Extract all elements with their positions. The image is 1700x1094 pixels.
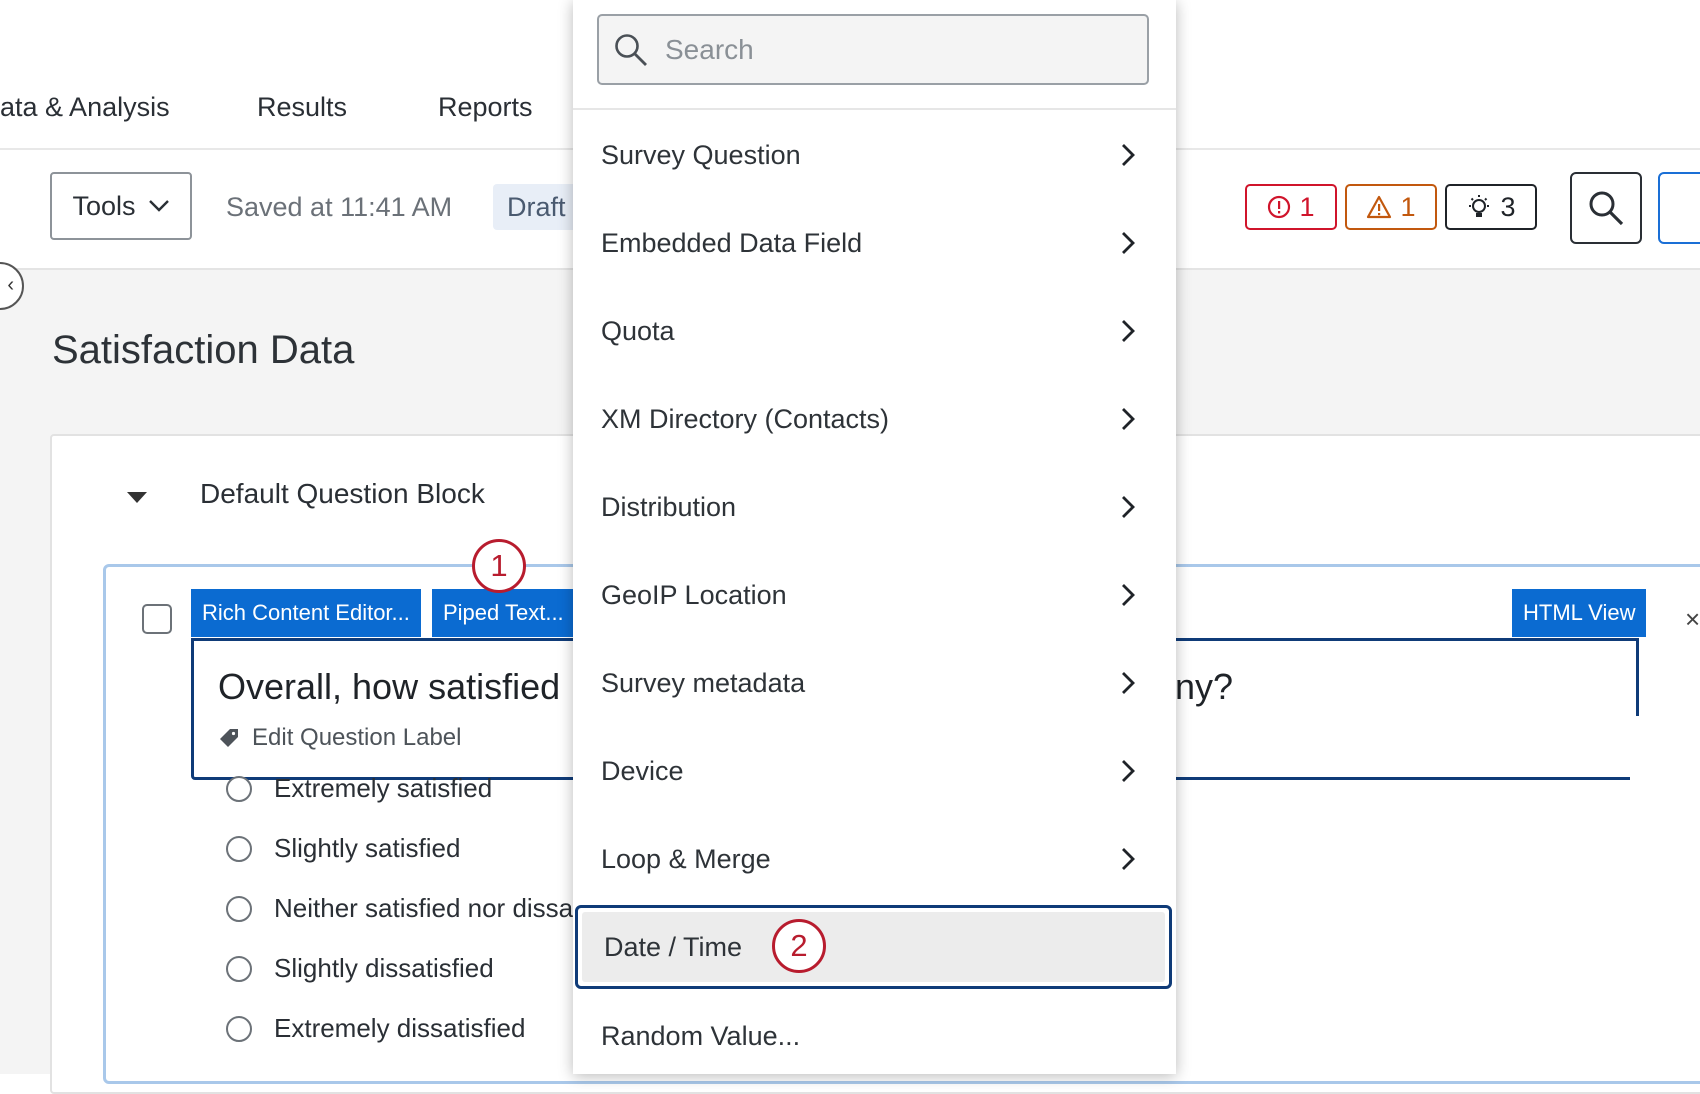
warning-count-badge[interactable]: 1 — [1345, 184, 1437, 230]
lightbulb-icon — [1469, 195, 1490, 217]
menu-item-quota[interactable]: Quota — [573, 287, 1176, 375]
rich-content-editor-tab[interactable]: Rich Content Editor... — [191, 589, 421, 637]
publish-button[interactable] — [1658, 172, 1700, 244]
tools-label: Tools — [72, 190, 136, 221]
menu-item-label: Device — [601, 755, 684, 786]
menu-item-label: XM Directory (Contacts) — [601, 403, 890, 434]
menu-item-label: Random Value... — [601, 1020, 801, 1051]
choice-label: Neither satisfied nor dissa — [274, 893, 574, 923]
choice-item[interactable]: Slightly dissatisfied — [226, 953, 494, 984]
choice-label: Extremely dissatisfied — [274, 1013, 526, 1043]
choice-overlap — [191, 740, 591, 780]
menu-item-highlight: Date / Time — [582, 912, 1165, 982]
suggestion-count-badge[interactable]: 3 — [1445, 184, 1537, 230]
search-icon — [1589, 191, 1624, 226]
menu-item-label: Embedded Data Field — [601, 227, 863, 258]
suggestion-count: 3 — [1500, 191, 1516, 222]
menu-item-label: Survey metadata — [601, 667, 806, 698]
chevron-right-icon — [1122, 408, 1135, 430]
tab-data-analysis[interactable]: ata & Analysis — [0, 92, 170, 123]
chevron-right-icon — [1122, 760, 1135, 782]
menu-item-date-time[interactable]: Date / Time — [575, 905, 1172, 989]
editor-edge — [1630, 716, 1650, 786]
radio-button[interactable] — [226, 895, 252, 922]
chevron-right-icon — [1122, 672, 1135, 694]
choice-item[interactable]: Extremely dissatisfied — [226, 1013, 525, 1044]
choice-item[interactable]: Neither satisfied nor dissa — [226, 893, 573, 924]
menu-item-label: GeoIP Location — [601, 579, 787, 610]
error-count-badge[interactable]: 1 — [1245, 184, 1337, 230]
menu-item-loop-merge[interactable]: Loop & Merge — [573, 815, 1176, 903]
menu-item-xm-directory[interactable]: XM Directory (Contacts) — [573, 375, 1176, 463]
toolbar-search-button[interactable] — [1570, 172, 1642, 244]
menu-item-embedded-data-field[interactable]: Embedded Data Field — [573, 199, 1176, 287]
menu-item-label: Loop & Merge — [601, 843, 771, 874]
caret-down-icon[interactable] — [127, 492, 147, 503]
menu-item-label: Quota — [601, 315, 675, 346]
step-1-callout: 1 — [472, 539, 526, 593]
radio-button[interactable] — [226, 1015, 252, 1042]
choice-label: Slightly satisfied — [274, 833, 461, 863]
choice-label: Slightly dissatisfied — [274, 953, 494, 983]
chevron-right-icon — [1122, 848, 1135, 870]
menu-item-label: Survey Question — [601, 139, 801, 170]
tab-reports[interactable]: Reports — [438, 92, 533, 123]
choice-item[interactable]: Slightly satisfied — [226, 833, 460, 864]
chevron-down-icon — [148, 200, 169, 212]
question-select-checkbox[interactable] — [142, 604, 172, 634]
status-badge: Draft — [493, 184, 580, 230]
html-view-tab[interactable]: HTML View — [1512, 589, 1647, 637]
piped-text-tab[interactable]: Piped Text... — [432, 589, 575, 637]
menu-item-distribution[interactable]: Distribution — [573, 463, 1176, 551]
menu-search-input[interactable] — [663, 32, 1127, 67]
error-icon — [1268, 195, 1291, 219]
radio-button[interactable] — [226, 955, 252, 982]
tab-results[interactable]: Results — [257, 92, 347, 123]
question-text-end[interactable]: ny? — [1175, 666, 1233, 708]
tools-button[interactable]: Tools — [50, 172, 192, 240]
close-icon[interactable]: × — [1685, 604, 1700, 635]
saved-status: Saved at 11:41 AM — [226, 192, 453, 222]
chevron-right-icon — [1122, 320, 1135, 342]
menu-search-field[interactable] — [597, 14, 1149, 85]
menu-item-random-value[interactable]: Random Value... — [573, 992, 1176, 1080]
radio-button[interactable] — [226, 835, 252, 862]
search-icon — [615, 33, 647, 66]
warning-icon — [1367, 195, 1392, 219]
menu-item-geoip-location[interactable]: GeoIP Location — [573, 551, 1176, 639]
menu-item-label: Date / Time — [604, 931, 743, 962]
chevron-right-icon — [1122, 496, 1135, 518]
chevron-right-icon — [1122, 232, 1135, 254]
block-title[interactable]: Default Question Block — [200, 478, 485, 510]
menu-item-survey-question[interactable]: Survey Question — [573, 111, 1176, 199]
menu-item-device[interactable]: Device — [573, 727, 1176, 815]
step-2-callout: 2 — [772, 919, 826, 973]
survey-title: Satisfaction Data — [52, 328, 355, 372]
question-text[interactable]: Overall, how satisfied — [218, 666, 560, 708]
error-count: 1 — [1299, 191, 1315, 222]
menu-item-survey-metadata[interactable]: Survey metadata — [573, 639, 1176, 727]
warning-count: 1 — [1400, 191, 1416, 222]
chevron-right-icon — [1122, 144, 1135, 166]
menu-item-label: Distribution — [601, 491, 737, 522]
chevron-right-icon — [1122, 584, 1135, 606]
